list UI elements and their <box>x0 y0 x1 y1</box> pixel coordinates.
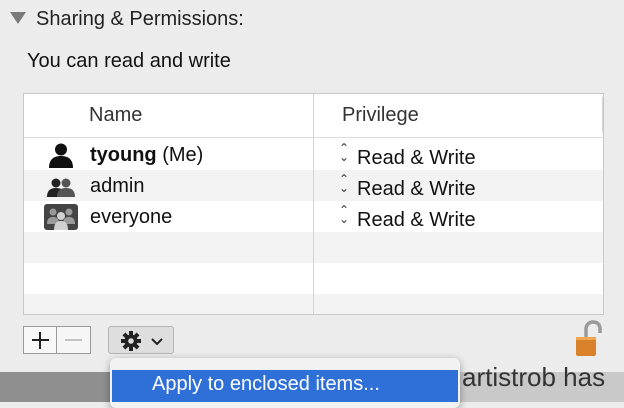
action-dropdown-menu: Apply to enclosed items... <box>110 358 460 408</box>
permissions-table: Name Privilege tyoung (Me) ⌃ ⌄ Read & Writ… <box>23 93 604 315</box>
column-header-name[interactable]: Name <box>89 104 142 127</box>
privilege-popup[interactable]: ⌃ ⌄ Read & Write <box>337 203 476 232</box>
menu-item-apply-to-enclosed[interactable]: Apply to enclosed items... <box>112 370 458 402</box>
remove-user-button[interactable] <box>57 326 91 354</box>
gear-icon <box>121 331 163 351</box>
single-user-icon <box>49 143 73 168</box>
minus-icon <box>65 339 82 341</box>
privilege-popup[interactable]: ⌃ ⌄ Read & Write <box>337 172 476 201</box>
user-name: tyoung (Me) <box>90 144 204 166</box>
access-summary: You can read and write <box>27 50 231 72</box>
column-divider <box>313 94 314 314</box>
group-user-icon <box>47 178 75 197</box>
action-menu-button[interactable] <box>108 326 174 354</box>
add-user-button[interactable] <box>23 326 57 354</box>
user-name: everyone <box>90 206 173 228</box>
stepper-arrows-icon: ⌃ ⌄ <box>338 203 350 226</box>
background-text: artistrob has <box>462 362 606 392</box>
section-title: Sharing & Permissions: <box>36 8 244 30</box>
column-divider <box>602 97 603 133</box>
user-name: admin <box>90 175 145 197</box>
stepper-arrows-icon: ⌃ ⌄ <box>338 141 350 164</box>
everyone-icon <box>44 204 78 230</box>
sharing-permissions-header[interactable]: Sharing & Permissions: <box>0 0 624 40</box>
lock-open-icon[interactable] <box>572 320 604 360</box>
privilege-popup[interactable]: ⌃ ⌄ Read & Write <box>337 141 476 170</box>
column-header-privilege[interactable]: Privilege <box>342 104 419 127</box>
chevron-down-icon <box>151 338 163 346</box>
disclosure-triangle-icon[interactable] <box>10 12 26 24</box>
stepper-arrows-icon: ⌃ ⌄ <box>338 172 350 195</box>
